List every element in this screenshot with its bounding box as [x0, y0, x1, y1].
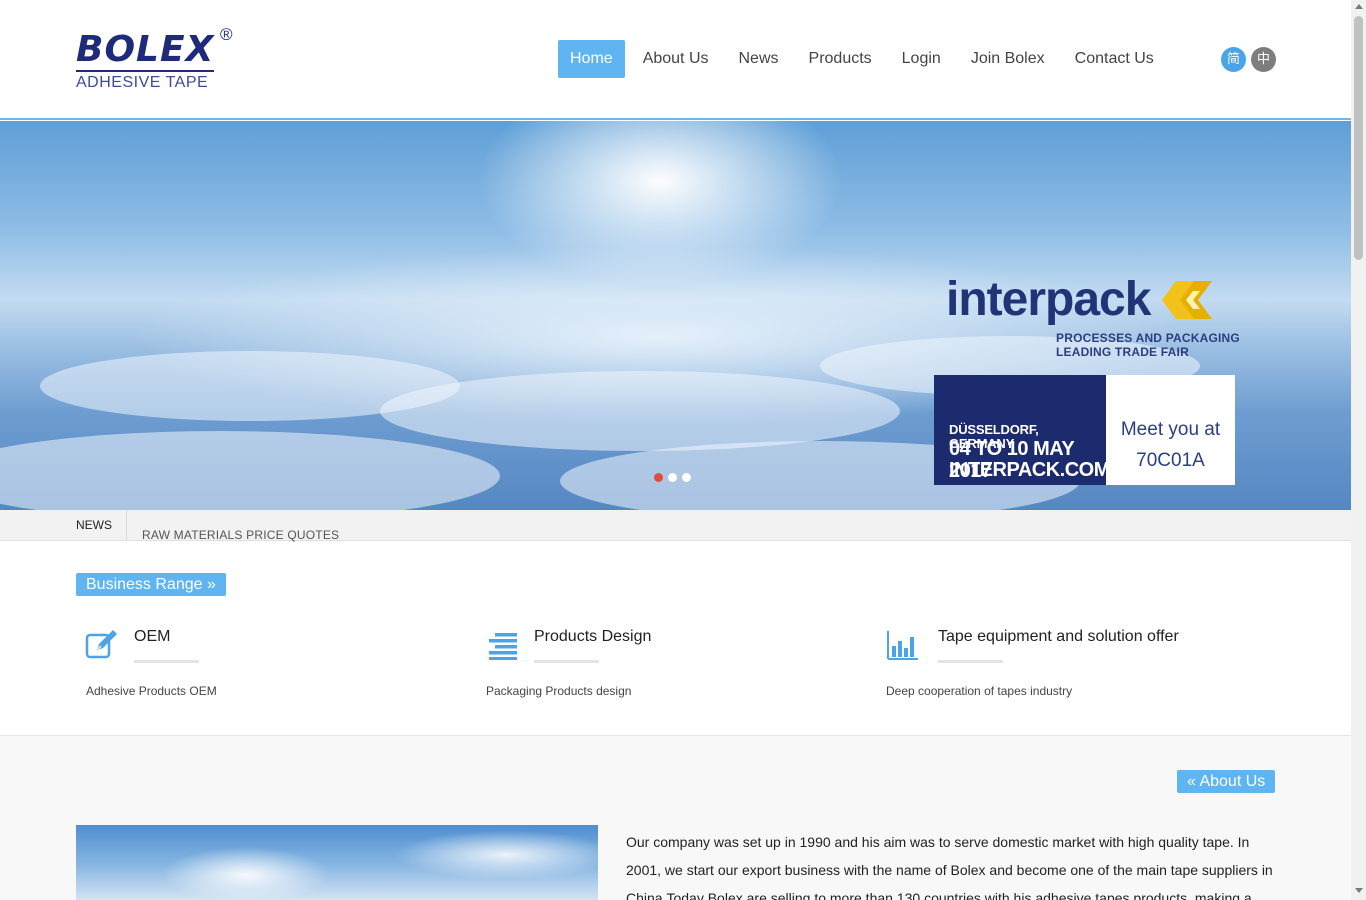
- nav-join-bolex[interactable]: Join Bolex: [959, 40, 1057, 78]
- logo-subtitle: ADHESIVE TAPE: [76, 74, 209, 91]
- meet-you-text: Meet you at: [1120, 419, 1221, 440]
- nav-products[interactable]: Products: [797, 40, 884, 78]
- tagline-line-2: LEADING TRADE FAIR: [1056, 345, 1189, 359]
- feature-oem[interactable]: OEM Adhesive Products OEM: [76, 624, 456, 704]
- feature-description: Packaging Products design: [486, 684, 632, 698]
- booth-number: 70C01A: [1136, 450, 1205, 471]
- event-website: INTERPACK.COM: [949, 459, 1110, 481]
- feature-title: Products Design: [534, 628, 652, 645]
- feature-underline: [534, 660, 599, 663]
- feature-description: Deep cooperation of tapes industry: [886, 684, 1073, 698]
- nav-contact-us[interactable]: Contact Us: [1063, 40, 1166, 78]
- interpack-logo-text: interpack: [946, 273, 1151, 326]
- main-nav: Home About Us News Products Login Join B…: [558, 40, 1172, 78]
- nav-login[interactable]: Login: [890, 40, 953, 78]
- slider-dots: [654, 473, 691, 482]
- lang-simplified-button[interactable]: 简: [1221, 47, 1246, 72]
- news-ticker-item[interactable]: RAW MATERIALS PRICE QUOTES: [142, 529, 339, 542]
- booth-box: Meet you at 70C01A: [1106, 375, 1235, 485]
- site-header: BOLEX ® ADHESIVE TAPE Home About Us News…: [0, 0, 1351, 120]
- business-range-link[interactable]: Business Range »: [76, 573, 226, 596]
- news-divider: [126, 510, 127, 541]
- about-section: « About Us Our company was set up in 199…: [0, 735, 1351, 900]
- slider-dot-3[interactable]: [682, 473, 691, 482]
- nav-about-us[interactable]: About Us: [631, 40, 721, 78]
- cloud-shape: [0, 431, 500, 510]
- slider-dot-2[interactable]: [668, 473, 677, 482]
- news-ticker: NEWS RAW MATERIALS PRICE QUOTES: [0, 510, 1351, 542]
- event-info-box: DÜSSELDORF, GERMANY 04 TO 10 MAY 2017 IN…: [934, 375, 1110, 485]
- news-label: NEWS: [76, 518, 112, 532]
- feature-products-design[interactable]: Products Design Packaging Products desig…: [476, 624, 856, 704]
- feature-description: Adhesive Products OEM: [86, 684, 217, 698]
- page-scrollbar[interactable]: [1351, 0, 1366, 900]
- scrollbar-thumb[interactable]: [1354, 16, 1363, 260]
- feature-title: OEM: [134, 628, 171, 645]
- nav-home[interactable]: Home: [558, 40, 625, 78]
- hero-banner[interactable]: interpack PROCESSES AND PACKAGING LEADIN…: [0, 121, 1351, 510]
- bolex-logo[interactable]: BOLEX ® ADHESIVE TAPE: [76, 25, 246, 94]
- about-us-link[interactable]: « About Us: [1177, 770, 1276, 793]
- logo-wordmark: BOLEX: [76, 29, 215, 70]
- slider-dot-1[interactable]: [654, 473, 663, 482]
- edit-icon: [85, 630, 117, 659]
- about-paragraph: Our company was set up in 1990 and his a…: [626, 834, 1273, 900]
- feature-title: Tape equipment and solution offer: [938, 628, 1179, 645]
- feature-underline: [134, 660, 199, 663]
- feature-underline: [938, 660, 1003, 663]
- registered-mark: ®: [220, 25, 233, 44]
- interpack-emblem-icon: [1162, 281, 1212, 319]
- list-icon: [489, 633, 517, 660]
- feature-tape-equipment[interactable]: Tape equipment and solution offer Deep c…: [876, 624, 1256, 704]
- scroll-up-arrow-icon[interactable]: [1355, 4, 1363, 9]
- logo-underline: [76, 70, 214, 72]
- cloud-shape: [380, 371, 900, 451]
- nav-news[interactable]: News: [727, 40, 791, 78]
- about-photo: [76, 825, 598, 900]
- lang-traditional-button[interactable]: 中: [1251, 47, 1276, 72]
- tagline-line-1: PROCESSES AND PACKAGING: [1056, 331, 1240, 345]
- bar-chart-icon: [887, 631, 918, 660]
- banner-tagline: PROCESSES AND PACKAGING LEADING TRADE FA…: [1056, 331, 1240, 359]
- scroll-down-arrow-icon[interactable]: [1355, 888, 1363, 893]
